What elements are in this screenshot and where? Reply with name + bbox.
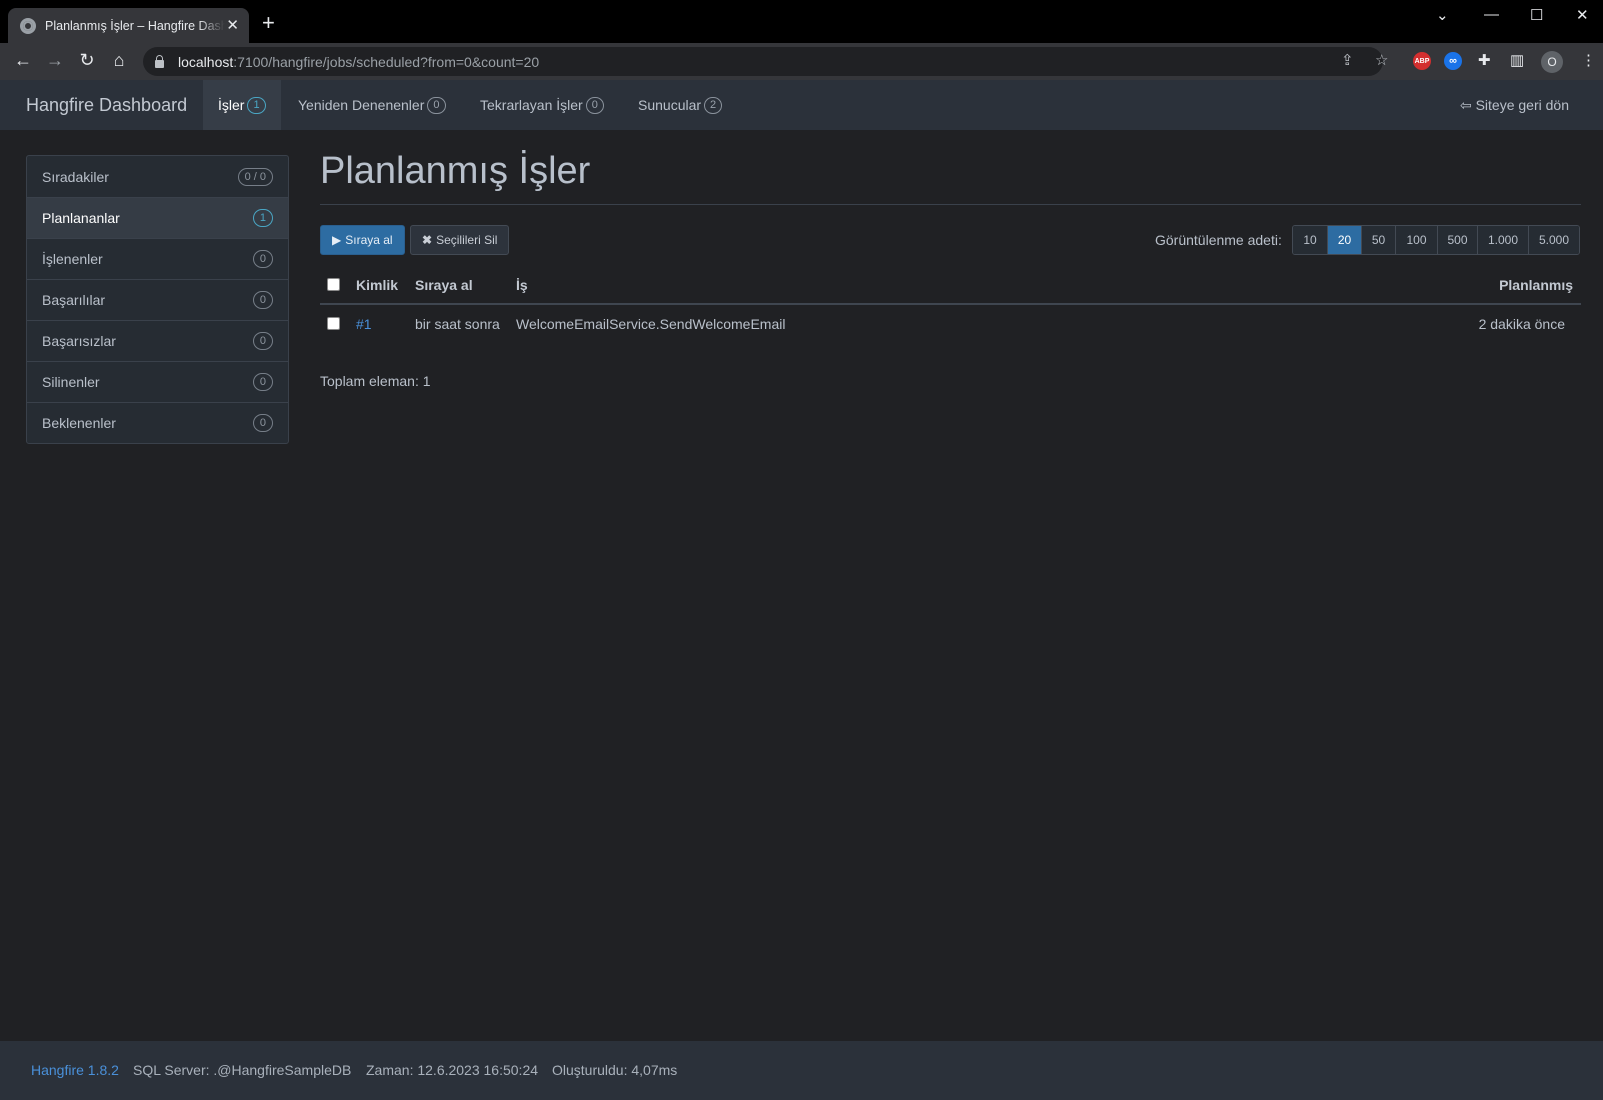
delete-selected-button[interactable]: ✖ Seçilileri Sil <box>410 225 510 255</box>
play-icon: ▶ <box>332 233 342 247</box>
per-page-option-selected[interactable]: 20 <box>1327 226 1361 254</box>
new-tab-button[interactable]: + <box>262 12 275 34</box>
sidebar-item-label: İşlenenler <box>42 251 103 267</box>
per-page-selector: 10 20 50 100 500 1.000 5.000 <box>1292 225 1580 255</box>
server-time: Zaman: 12.6.2023 16:50:24 <box>366 1062 539 1078</box>
version-link[interactable]: Hangfire 1.8.2 <box>31 1062 119 1078</box>
tab-search-chevron-icon[interactable]: ⌄ <box>1436 6 1449 24</box>
sidebar-item-count: 1 <box>252 209 273 227</box>
sidebar-item-deleted[interactable]: Silinenler 0 <box>27 361 288 402</box>
job-states-sidebar: Sıradakiler 0 / 0 Planlananlar 1 İşlenen… <box>26 155 289 444</box>
hangfire-navbar: Hangfire Dashboard İşler 1 Yeniden Denen… <box>0 80 1603 130</box>
nav-item-label: Yeniden Denenenler <box>298 97 425 113</box>
back-to-site-label: Siteye geri dön <box>1475 97 1569 113</box>
per-page-option[interactable]: 50 <box>1361 226 1395 254</box>
per-page-option[interactable]: 5.000 <box>1528 226 1579 254</box>
per-page-option[interactable]: 100 <box>1395 226 1437 254</box>
nav-item-recurring[interactable]: Tekrarlayan İşler 0 <box>465 80 619 130</box>
row-checkbox[interactable] <box>327 317 340 330</box>
sidebar-item-scheduled[interactable]: Planlananlar 1 <box>27 197 288 238</box>
sidebar-item-awaiting[interactable]: Beklenenler 0 <box>27 402 288 443</box>
window-close-icon[interactable]: ✕ <box>1576 6 1589 24</box>
side-panel-icon[interactable]: ▥ <box>1510 51 1524 69</box>
sidebar-item-label: Başarılılar <box>42 292 106 308</box>
sidebar-item-count: 0 <box>252 373 273 391</box>
browser-tab[interactable]: Planlanmış İşler – Hangfire Dashboard ✕ <box>8 8 249 43</box>
total-items: Toplam eleman: 1 <box>320 373 431 389</box>
column-header-scheduled: Planlanmış <box>1499 277 1573 293</box>
page-title: Planlanmış İşler <box>320 150 591 192</box>
back-arrow-icon[interactable]: ← <box>13 51 33 69</box>
nav-item-servers[interactable]: Sunucular 2 <box>623 80 737 130</box>
nav-item-count: 0 <box>427 96 446 114</box>
nav-item-count: 2 <box>704 96 723 114</box>
address-bar[interactable]: localhost:7100/hangfire/jobs/scheduled?f… <box>143 47 1383 76</box>
enqueue-selected-button[interactable]: ▶ Sıraya al <box>320 225 405 255</box>
job-scheduled-time: 2 dakika önce <box>1478 316 1565 332</box>
close-tab-icon[interactable]: ✕ <box>226 18 239 33</box>
sign-out-icon: ⇦ <box>1459 97 1472 113</box>
back-to-site-link[interactable]: ⇦ Siteye geri dön <box>1460 97 1569 114</box>
nav-item-retries[interactable]: Yeniden Denenenler 0 <box>283 80 461 130</box>
bookmark-star-icon[interactable]: ☆ <box>1375 51 1388 69</box>
per-page-option[interactable]: 10 <box>1293 226 1327 254</box>
column-header-job: İş <box>516 277 528 293</box>
extension-icon[interactable]: ∞ <box>1444 52 1462 70</box>
delete-button-label: Seçilileri Sil <box>436 233 498 247</box>
remove-icon: ✖ <box>422 233 433 247</box>
profile-avatar[interactable]: O <box>1541 51 1563 73</box>
title-divider <box>320 204 1581 205</box>
globe-icon <box>20 17 36 34</box>
footer: Hangfire 1.8.2 SQL Server: .@HangfireSam… <box>0 1041 1603 1100</box>
browser-toolbar: ← → ↻ ⌂ localhost:7100/hangfire/jobs/sch… <box>0 43 1603 80</box>
brand-link[interactable]: Hangfire Dashboard <box>26 95 187 116</box>
select-all-checkbox[interactable] <box>327 278 340 291</box>
sidebar-item-succeeded[interactable]: Başarılılar 0 <box>27 279 288 320</box>
column-header-id: Kimlik <box>356 277 399 293</box>
minimize-icon[interactable]: — <box>1484 6 1499 23</box>
adblock-icon[interactable]: ABP <box>1413 52 1431 70</box>
nav-item-jobs[interactable]: İşler 1 <box>203 80 281 130</box>
sidebar-item-label: Planlananlar <box>42 210 120 226</box>
sidebar-item-label: Başarısızlar <box>42 333 116 349</box>
lock-icon[interactable] <box>155 54 164 68</box>
nav-item-count: 1 <box>247 96 266 114</box>
menu-kebab-icon[interactable]: ⋮ <box>1581 51 1596 69</box>
sidebar-item-count: 0 <box>252 291 273 309</box>
job-enqueue-at: bir saat sonra <box>415 316 500 332</box>
per-page-label: Görüntülenme adeti: <box>1155 232 1282 248</box>
job-id-link[interactable]: #1 <box>356 316 372 332</box>
maximize-icon[interactable]: ☐ <box>1530 6 1543 24</box>
generated-time: Oluşturuldu: 4,07ms <box>552 1062 678 1078</box>
sidebar-item-label: Sıradakiler <box>42 168 109 185</box>
share-icon[interactable]: ⇪ <box>1341 51 1354 69</box>
sidebar-item-count: 0 <box>252 414 273 432</box>
enqueue-button-label: Sıraya al <box>345 233 393 247</box>
sidebar-item-count: 0 / 0 <box>237 167 273 186</box>
sidebar-item-enqueued[interactable]: Sıradakiler 0 / 0 <box>27 156 288 197</box>
reload-icon[interactable]: ↻ <box>77 51 97 69</box>
sidebar-item-label: Silinenler <box>42 374 100 390</box>
column-header-enqueue: Sıraya al <box>415 277 473 293</box>
nav-item-label: Sunucular <box>638 97 702 113</box>
nav-item-count: 0 <box>585 96 604 114</box>
table-header-divider <box>320 303 1581 305</box>
per-page-option[interactable]: 1.000 <box>1477 226 1528 254</box>
storage-info: SQL Server: .@HangfireSampleDB <box>133 1062 352 1078</box>
sidebar-item-failed[interactable]: Başarısızlar 0 <box>27 320 288 361</box>
sidebar-item-label: Beklenenler <box>42 415 116 431</box>
sidebar-item-processing[interactable]: İşlenenler 0 <box>27 238 288 279</box>
puzzle-extensions-icon[interactable]: ✚ <box>1478 51 1491 69</box>
nav-item-label: İşler <box>218 97 245 113</box>
home-icon[interactable]: ⌂ <box>109 51 129 69</box>
url-text[interactable]: localhost:7100/hangfire/jobs/scheduled?f… <box>178 54 539 70</box>
sidebar-item-count: 0 <box>252 250 273 268</box>
browser-tabstrip: Planlanmış İşler – Hangfire Dashboard ✕ … <box>0 0 1603 43</box>
job-name-link[interactable]: WelcomeEmailService.SendWelcomeEmail <box>516 316 785 332</box>
forward-arrow-icon[interactable]: → <box>45 51 65 69</box>
tab-title: Planlanmış İşler – Hangfire Dashboard <box>45 18 225 33</box>
nav-item-label: Tekrarlayan İşler <box>480 97 583 113</box>
per-page-option[interactable]: 500 <box>1437 226 1477 254</box>
sidebar-item-count: 0 <box>252 332 273 350</box>
